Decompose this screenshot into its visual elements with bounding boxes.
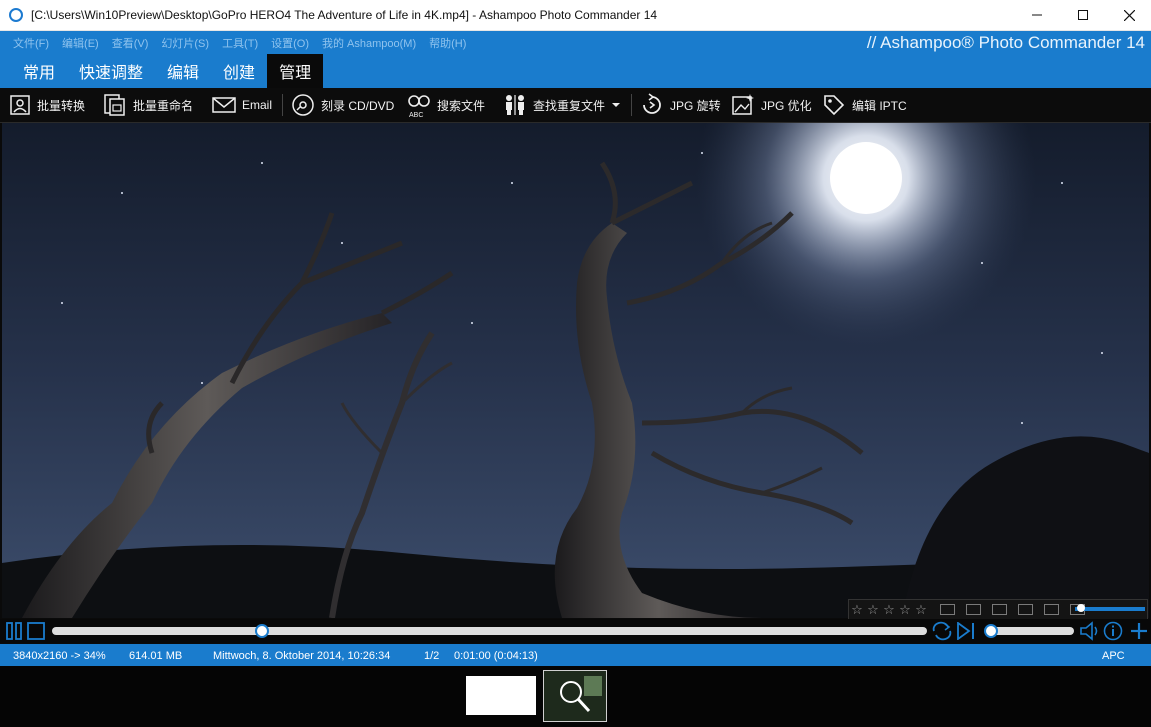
star-icon[interactable]: ☆ [865,602,881,618]
info-icon[interactable] [1103,621,1123,641]
magnifier-icon [544,671,606,721]
toolbar-divider [282,94,283,116]
ribbon-tabs: 常用 快速调整 编辑 创建 管理 [11,54,324,88]
view-mode-icon[interactable] [966,604,981,615]
burn-disc-button[interactable]: 刻录 CD/DVD [291,88,394,122]
burn-disc-label: 刻录 CD/DVD [321,98,395,113]
status-filesize: 614.01 MB [129,650,183,662]
volume-track[interactable] [986,627,1074,635]
menu-view[interactable]: 查看(V) [112,35,149,51]
jpg-rotate-button[interactable]: JPG 旋转 [640,88,721,122]
batch-convert-icon [10,95,30,115]
zoom-slider-knob[interactable] [1077,604,1085,612]
window-title: [C:\Users\Win10Preview\Desktop\GoPro HER… [31,8,658,22]
view-mode-icon[interactable] [992,604,1007,615]
app-icon[interactable] [9,8,23,22]
menu-settings[interactable]: 设置(O) [271,35,309,51]
binoculars-icon: ABC [408,95,430,118]
search-files-button[interactable]: ABC 搜索文件 [407,88,485,122]
edit-iptc-button[interactable]: 编辑 IPTC [822,88,907,122]
email-icon [212,97,236,113]
menu-edit[interactable]: 编辑(E) [62,35,99,51]
tab-quick-adjust[interactable]: 快速调整 [67,54,155,88]
progress-knob[interactable] [255,624,269,638]
zoom-slider-track[interactable] [1075,607,1145,611]
tag-icon [824,95,845,116]
tab-create[interactable]: 创建 [211,54,267,88]
find-duplicates-button[interactable]: 查找重复文件 [503,88,621,122]
maximize-icon [1078,10,1088,20]
close-button[interactable] [1106,0,1151,30]
optimize-picture-icon [732,94,754,115]
edit-iptc-label: 编辑 IPTC [852,98,907,113]
progress-track[interactable] [52,627,927,635]
status-resolution: 3840x2160 -> 34% [13,650,106,662]
svg-text:ABC: ABC [409,112,423,118]
toolbar-divider [631,94,632,116]
menu-bar: 文件(F) 编辑(E) 查看(V) 幻灯片(S) 工具(T) 设置(O) 我的 … [13,35,466,51]
menu-slideshow[interactable]: 幻灯片(S) [161,35,209,51]
chevron-down-icon[interactable] [611,101,621,109]
star-icon[interactable]: ☆ [897,602,913,618]
tab-edit[interactable]: 编辑 [155,54,211,88]
menu-tools[interactable]: 工具(T) [222,35,258,51]
minimize-button[interactable] [1014,0,1060,30]
batch-convert-label: 批量转换 [37,98,86,113]
fullscreen-icon[interactable] [1044,604,1059,615]
star-icon[interactable]: ☆ [881,602,897,618]
menu-help[interactable]: 帮助(H) [429,35,466,51]
rating-bar: ☆ ☆ ☆ ☆ ☆ [848,599,1148,620]
menu-file[interactable]: 文件(F) [13,35,49,51]
jpg-optimize-label: JPG 优化 [761,98,812,113]
minimize-icon [1032,14,1042,16]
brand-logo-text: // Ashampoo® Photo Commander 14 [866,33,1145,52]
star-icon[interactable]: ☆ [849,602,865,618]
view-mode-icon[interactable] [940,604,955,615]
status-apc: APC [1102,650,1125,662]
email-button[interactable]: Email [212,88,272,122]
status-time: 0:01:00 (0:04:13) [454,650,538,662]
volume-knob[interactable] [984,624,998,638]
toolbar: 批量转换 批量重命名 Email 刻录 CD/DVD ABC 搜索文件 查找重复… [0,88,1151,123]
batch-rename-icon [104,94,125,116]
loop-icon[interactable] [930,621,954,641]
status-index: 1/2 [424,650,440,662]
next-frame-icon[interactable] [956,622,976,640]
video-still-night-trees [2,123,1149,618]
view-mode-icon[interactable] [1018,604,1033,615]
jpg-rotate-label: JPG 旋转 [670,98,721,113]
thumbnail-selected[interactable] [543,670,607,722]
pause-icon[interactable] [5,622,23,640]
status-date: Mittwoch, 8. Oktober 2014, 10:26:34 [213,650,391,662]
rotate-icon [643,93,661,114]
stop-icon[interactable] [27,622,45,640]
jpg-optimize-button[interactable]: JPG 优化 [731,88,812,122]
batch-rename-button[interactable]: 批量重命名 [103,88,193,122]
menu-my-ashampoo[interactable]: 我的 Ashampoo(M) [322,35,416,51]
video-frame[interactable] [2,123,1149,618]
duplicate-people-icon [506,95,524,115]
star-icon[interactable]: ☆ [913,602,929,618]
add-icon[interactable] [1129,621,1149,641]
disc-burn-icon [292,94,314,116]
batch-convert-button[interactable]: 批量转换 [9,88,85,122]
thumbnail[interactable] [466,676,536,715]
tab-manage[interactable]: 管理 [267,54,324,88]
find-duplicates-label: 查找重复文件 [533,98,606,113]
email-label: Email [242,98,273,112]
close-icon [1123,9,1135,21]
batch-rename-label: 批量重命名 [133,98,194,113]
tab-common[interactable]: 常用 [11,54,67,88]
search-files-label: 搜索文件 [437,98,486,113]
maximize-button[interactable] [1060,0,1106,30]
speaker-icon[interactable] [1079,621,1101,641]
